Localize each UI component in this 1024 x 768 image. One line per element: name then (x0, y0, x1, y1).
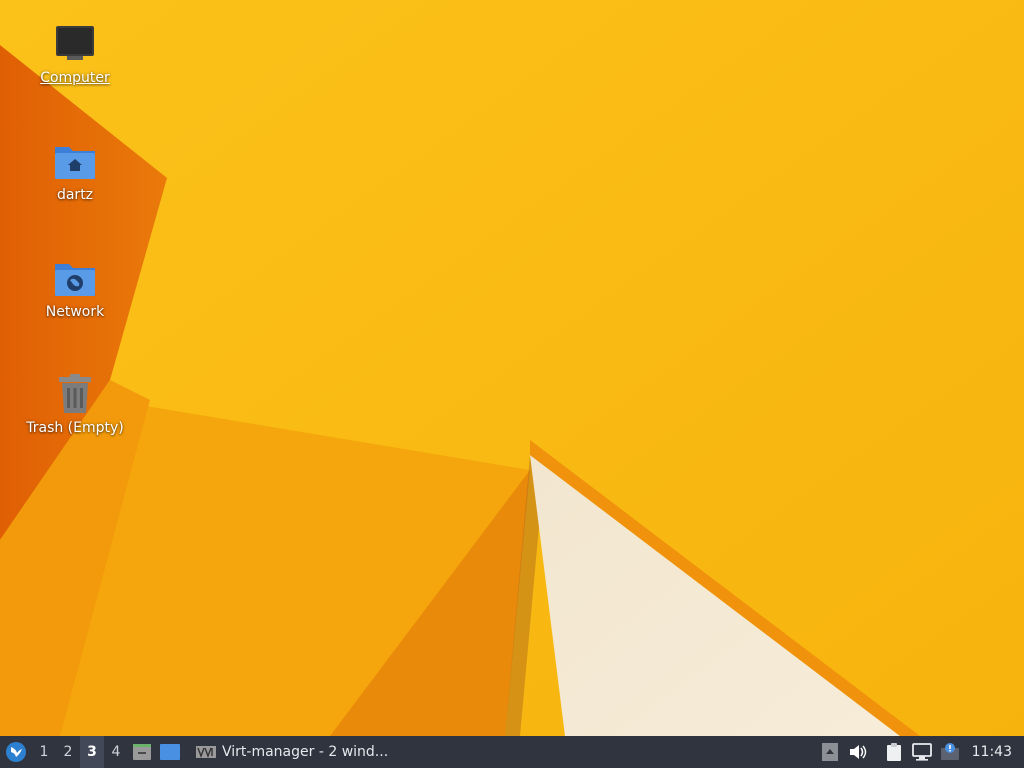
clock[interactable]: 11:43 (964, 744, 1024, 760)
volume-button[interactable] (844, 736, 872, 768)
trash-icon (53, 372, 97, 416)
network-folder-icon (53, 256, 97, 300)
desktop-icon-trash[interactable]: Trash (Empty) (24, 372, 126, 436)
file-manager-icon (133, 744, 151, 760)
workspace-4[interactable]: 4 (104, 736, 128, 768)
virt-manager-icon (196, 746, 216, 758)
wallpaper (0, 0, 1024, 736)
workspace-2[interactable]: 2 (56, 736, 80, 768)
desktop[interactable]: Computer dartz Network Trash (Empty) (0, 0, 1024, 736)
desktop-icon-computer[interactable]: Computer (24, 22, 126, 86)
desktop-icon-label: dartz (56, 187, 94, 203)
task-label: Virt-manager - 2 wind... (222, 744, 389, 760)
show-desktop-icon (160, 744, 180, 760)
tray-arrow-button[interactable] (816, 736, 844, 768)
network-status-button[interactable] (908, 736, 936, 768)
start-menu-icon (6, 742, 26, 762)
workspace-3[interactable]: 3 (80, 736, 104, 768)
desktop-icon-home[interactable]: dartz (24, 139, 126, 203)
network-status-icon (911, 743, 932, 761)
file-manager-launcher[interactable] (128, 736, 156, 768)
desktop-icon-label: Computer (40, 70, 110, 86)
desktop-icon-label: Trash (Empty) (26, 420, 124, 436)
taskbar-task-virt-manager[interactable]: Virt-manager - 2 wind... (190, 736, 394, 768)
clipboard-icon (886, 743, 901, 761)
update-notifier-icon (940, 743, 959, 760)
start-menu-button[interactable] (0, 736, 32, 768)
update-notifier-button[interactable] (936, 736, 964, 768)
clipboard-button[interactable] (880, 736, 908, 768)
show-desktop-button[interactable] (156, 736, 184, 768)
volume-icon (849, 745, 866, 759)
home-folder-icon (53, 139, 97, 183)
workspace-1[interactable]: 1 (32, 736, 56, 768)
taskbar: 1 2 3 4 Virt-manager - 2 wind... 11:43 (0, 736, 1024, 768)
desktop-icon-network[interactable]: Network (24, 256, 126, 320)
computer-icon (53, 22, 97, 66)
tray-arrow-icon (821, 743, 838, 761)
desktop-icon-label: Network (45, 304, 105, 320)
